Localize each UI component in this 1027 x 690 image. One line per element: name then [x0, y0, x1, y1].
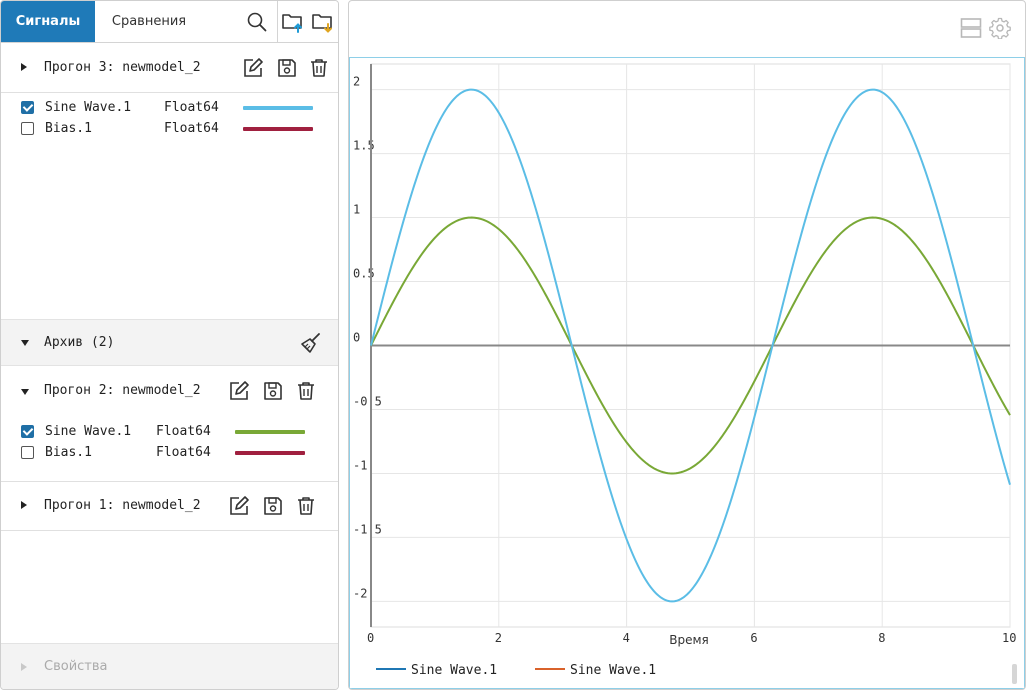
clear-archive-button[interactable]: [299, 331, 323, 355]
y-tick-label: -2: [353, 586, 367, 600]
signal-color-swatch[interactable]: [243, 127, 313, 131]
signal-checkbox[interactable]: [21, 101, 34, 114]
signal-row: Sine Wave.1 Float64: [1, 422, 338, 442]
archived-run-header: Прогон 1: newmodel_2: [1, 481, 338, 531]
save-run-button[interactable]: [275, 56, 299, 80]
divider: [1, 530, 338, 531]
delete-run-button[interactable]: [294, 494, 318, 518]
edit-run-button[interactable]: [227, 494, 251, 518]
tab-compare[interactable]: Сравнения: [95, 1, 203, 42]
signal-row: Bias.1 Float64: [1, 119, 338, 139]
signal-checkbox[interactable]: [21, 425, 34, 438]
signal-checkbox[interactable]: [21, 446, 34, 459]
chart-legend: Sine Wave.1 Sine Wave.1: [376, 663, 656, 678]
settings-button[interactable]: [989, 17, 1011, 40]
trash-icon: [311, 59, 327, 77]
collapse-archive-caret[interactable]: [21, 340, 29, 346]
current-run-header: Прогон 3: newmodel_2: [1, 43, 338, 93]
signal-type: Float64: [164, 100, 219, 115]
signal-type: Float64: [156, 445, 211, 460]
legend-label[interactable]: Sine Wave.1: [411, 663, 497, 678]
signal-name: Bias.1: [45, 445, 92, 460]
properties-label: Свойства: [44, 659, 108, 674]
save-icon: [264, 497, 282, 515]
signal-checkbox[interactable]: [21, 122, 34, 135]
x-tick-label: 4: [623, 631, 630, 645]
save-icon: [264, 382, 282, 400]
x-tick-label: 0: [367, 631, 374, 645]
signal-color-swatch[interactable]: [235, 430, 305, 434]
expand-run-caret[interactable]: [21, 501, 27, 509]
search-icon: [247, 12, 267, 32]
signal-name: Sine Wave.1: [45, 100, 132, 115]
run-title: Прогон 3: newmodel_2: [44, 60, 201, 75]
line-chart[interactable]: 0 2 4 6 8 1021.510.50-0.5-1-1.5-2 Время Sine …: [350, 58, 1024, 688]
legend-label[interactable]: Sine Wave.1: [570, 663, 656, 678]
edit-run-button[interactable]: [227, 379, 251, 403]
trash-icon: [298, 382, 314, 400]
collapse-run-caret[interactable]: [21, 389, 29, 395]
y-tick-label: 1: [353, 203, 360, 217]
signal-name: Sine Wave.1: [45, 424, 132, 439]
search-button[interactable]: [242, 6, 272, 38]
layout-icon: [960, 18, 982, 38]
edit-icon: [230, 496, 249, 515]
layout-button[interactable]: [960, 17, 982, 39]
x-axis-title: Время: [669, 633, 709, 647]
archive-label: Архив (2): [44, 335, 115, 350]
archived-run-header: Прогон 2: newmodel_2: [1, 366, 338, 416]
x-tick-label: 2: [495, 631, 502, 645]
save-run-button[interactable]: [261, 379, 285, 403]
divider: [1, 92, 338, 93]
x-tick-label: 6: [750, 631, 757, 645]
run-title: Прогон 1: newmodel_2: [44, 498, 201, 513]
scrollbar[interactable]: [1012, 664, 1017, 684]
signal-type: Float64: [164, 121, 219, 136]
delete-run-button[interactable]: [294, 379, 318, 403]
signal-color-swatch[interactable]: [235, 451, 305, 455]
y-tick-label: -1: [353, 458, 367, 472]
download-folder-button[interactable]: [308, 1, 338, 42]
signal-row: Bias.1 Float64: [1, 443, 338, 463]
y-tick-label: -0.5: [353, 394, 382, 408]
expand-run-caret[interactable]: [21, 63, 27, 71]
plot-panel: 0 2 4 6 8 10 2 1.5 1 0.5 0 -0.5 -1 -1.5 -2 Время Sine …: [348, 0, 1026, 690]
signal-row: Sine Wave.1 Float64: [1, 98, 338, 118]
signal-color-swatch[interactable]: [243, 106, 313, 110]
signals-panel: Сигналы Сравнения Прогон 3: newmodel_2 S…: [0, 0, 339, 690]
panel-tabbar: Сигналы Сравнения: [1, 1, 338, 43]
archive-header: Архив (2): [1, 319, 338, 366]
edit-icon: [244, 58, 263, 77]
folder-upload-icon: [281, 13, 302, 33]
edit-run-button[interactable]: [241, 56, 265, 80]
delete-run-button[interactable]: [307, 56, 331, 80]
chart-axes: 0 2 4 6 8 1021.510.50-0.5-1-1.5-2: [353, 64, 1016, 645]
x-tick-label: 10: [1002, 631, 1016, 645]
expand-properties-caret[interactable]: [21, 663, 27, 671]
signal-name: Bias.1: [45, 121, 92, 136]
upload-folder-button[interactable]: [277, 1, 307, 42]
y-tick-label: 0: [353, 331, 360, 345]
broom-icon: [301, 333, 320, 353]
properties-header[interactable]: Свойства: [1, 643, 338, 689]
plot-area[interactable]: 0 2 4 6 8 10 2 1.5 1 0.5 0 -0.5 -1 -1.5 -2 Время Sine …: [349, 57, 1025, 689]
trash-icon: [298, 497, 314, 515]
edit-icon: [230, 381, 249, 400]
y-tick-label: 2: [353, 75, 360, 89]
y-tick-label: -1.5: [353, 522, 382, 536]
folder-download-icon: [312, 13, 332, 33]
signal-type: Float64: [156, 424, 211, 439]
save-icon: [278, 59, 296, 77]
save-run-button[interactable]: [261, 494, 285, 518]
tab-signals[interactable]: Сигналы: [1, 1, 95, 42]
run-title: Прогон 2: newmodel_2: [44, 383, 201, 398]
gear-icon: [989, 17, 1011, 40]
x-tick-label: 8: [878, 631, 885, 645]
